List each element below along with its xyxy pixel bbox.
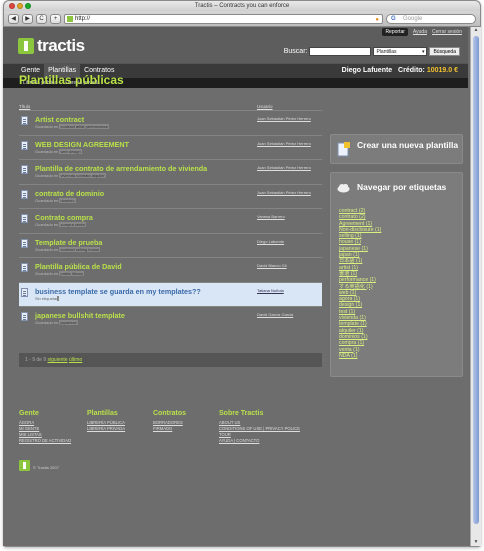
favicon-icon bbox=[67, 15, 73, 22]
sub-nav: Librería pública Librería privada bbox=[3, 78, 468, 88]
credit-value: 10019.0 € bbox=[426, 67, 458, 74]
top-links: Reportar Ayuda Cerrar sesión bbox=[382, 28, 462, 36]
minimize-window-icon[interactable] bbox=[17, 3, 23, 9]
window-title: Tractis – Contracts you can enforce bbox=[194, 3, 290, 9]
brand-name: tractis bbox=[37, 36, 85, 55]
address-bar[interactable]: http:// ● bbox=[64, 13, 383, 25]
rss-icon[interactable]: ● bbox=[375, 16, 379, 25]
scrollbar-thumb[interactable] bbox=[473, 36, 479, 524]
site-search: Buscar: Plantillas Búsqueda bbox=[284, 47, 460, 56]
tab-contratos[interactable]: Contratos bbox=[80, 64, 118, 78]
page-content: tractis Reportar Ayuda Cerrar sesión Bus… bbox=[3, 27, 468, 546]
search-scope-select[interactable]: Plantillas bbox=[373, 47, 428, 56]
browser-search-placeholder: Google bbox=[403, 15, 423, 22]
help-link[interactable]: Ayuda bbox=[413, 29, 427, 35]
close-window-icon[interactable] bbox=[9, 3, 15, 9]
tractis-logo[interactable]: tractis bbox=[18, 36, 85, 56]
report-button[interactable]: Reportar bbox=[382, 28, 408, 36]
tab-gente[interactable]: Gente bbox=[17, 64, 44, 78]
search-input[interactable] bbox=[309, 47, 372, 56]
subnav-private-library[interactable]: Librería privada bbox=[65, 80, 100, 86]
user-info: Diego Lafuente Crédito: 10019.0 € bbox=[342, 64, 458, 78]
back-button[interactable]: ◀ bbox=[8, 13, 19, 24]
browser-search-field[interactable]: G Google bbox=[386, 13, 476, 24]
user-name[interactable]: Diego Lafuente bbox=[342, 67, 393, 74]
window-controls bbox=[9, 3, 31, 9]
google-icon: G bbox=[391, 15, 396, 22]
logout-link[interactable]: Cerrar sesión bbox=[432, 29, 462, 35]
search-label: Buscar: bbox=[283, 48, 308, 55]
address-text: http:// bbox=[75, 15, 91, 22]
subnav-public-library[interactable]: Librería pública bbox=[23, 80, 57, 86]
main-nav: Gente Plantillas Contratos Diego Lafuent… bbox=[3, 64, 468, 78]
search-button[interactable]: Búsqueda bbox=[429, 47, 460, 56]
scroll-down-icon[interactable]: ▼ bbox=[472, 539, 480, 546]
window-titlebar: Tractis – Contracts you can enforce bbox=[4, 1, 480, 11]
site-header: tractis Reportar Ayuda Cerrar sesión Bus… bbox=[3, 27, 468, 64]
reload-button[interactable]: C bbox=[36, 13, 47, 24]
forward-button[interactable]: ▶ bbox=[22, 13, 33, 24]
zoom-window-icon[interactable] bbox=[25, 3, 31, 9]
tractis-logo-icon bbox=[18, 38, 34, 54]
credit-label: Crédito: bbox=[398, 67, 425, 74]
scroll-up-icon[interactable]: ▲ bbox=[472, 27, 480, 34]
vertical-scrollbar[interactable]: ▲ ▼ bbox=[470, 27, 481, 546]
add-bookmark-button[interactable]: + bbox=[50, 13, 61, 24]
browser-toolbar: ◀ ▶ C + http:// ● G Google bbox=[4, 11, 480, 27]
tab-plantillas[interactable]: Plantillas bbox=[44, 64, 81, 78]
